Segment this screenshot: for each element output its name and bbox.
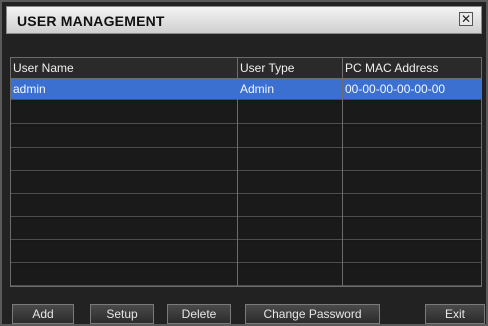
table-row[interactable]: admin Admin 00-00-00-00-00-00 bbox=[11, 79, 481, 100]
column-header-mac-address[interactable]: PC MAC Address bbox=[345, 61, 438, 75]
cell-user-type: Admin bbox=[240, 82, 275, 96]
user-table: User Name User Type PC MAC Address admin… bbox=[10, 57, 482, 287]
setup-button[interactable]: Setup bbox=[90, 304, 154, 324]
title-bar: USER MANAGEMENT ✕ bbox=[6, 6, 482, 34]
table-row-empty[interactable] bbox=[11, 103, 481, 124]
table-row-empty[interactable] bbox=[11, 150, 481, 171]
column-header-user-type[interactable]: User Type bbox=[240, 61, 294, 75]
table-row-empty[interactable] bbox=[11, 219, 481, 240]
change-password-button[interactable]: Change Password bbox=[245, 304, 380, 324]
exit-button[interactable]: Exit bbox=[425, 304, 485, 324]
dialog-title: USER MANAGEMENT bbox=[17, 13, 165, 29]
column-divider bbox=[237, 58, 238, 286]
column-header-user-name[interactable]: User Name bbox=[13, 61, 74, 75]
user-management-dialog: USER MANAGEMENT ✕ User Name User Type PC… bbox=[0, 0, 488, 326]
add-button[interactable]: Add bbox=[12, 304, 74, 324]
close-icon[interactable]: ✕ bbox=[459, 12, 473, 26]
delete-button[interactable]: Delete bbox=[167, 304, 231, 324]
table-header: User Name User Type PC MAC Address bbox=[11, 58, 481, 79]
table-row-empty[interactable] bbox=[11, 173, 481, 194]
table-row-empty[interactable] bbox=[11, 265, 481, 286]
cell-mac-address: 00-00-00-00-00-00 bbox=[345, 82, 446, 96]
cell-user-name: admin bbox=[13, 82, 46, 96]
column-divider bbox=[342, 58, 343, 286]
table-row-empty[interactable] bbox=[11, 196, 481, 217]
table-row-empty[interactable] bbox=[11, 127, 481, 148]
table-row-empty[interactable] bbox=[11, 242, 481, 263]
